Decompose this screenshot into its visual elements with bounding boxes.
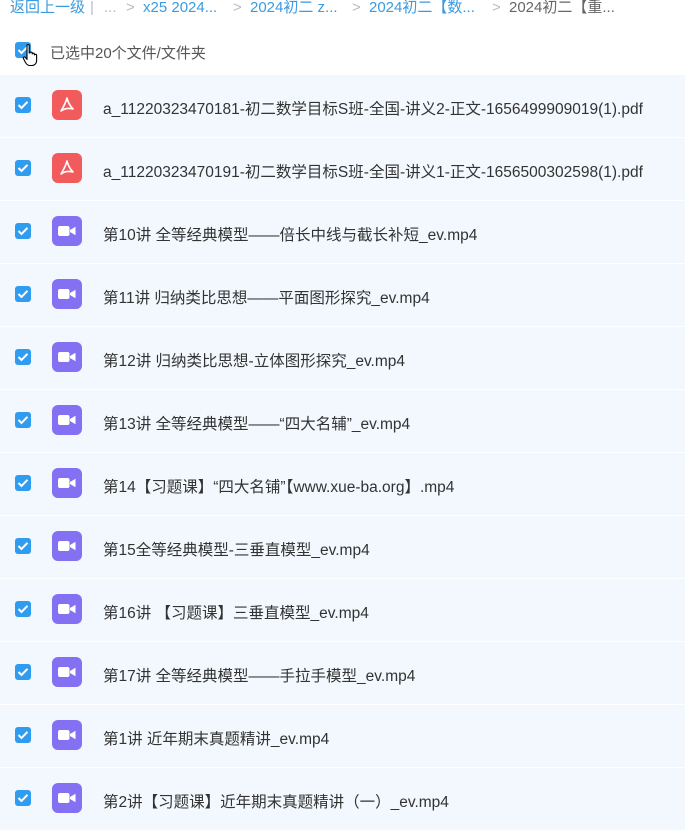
video-file-icon [52, 594, 82, 624]
video-icon [58, 415, 76, 425]
breadcrumb-item[interactable]: 2024初二【数... [369, 0, 475, 16]
breadcrumb-item[interactable]: x25 2024... [143, 0, 217, 16]
breadcrumb-ellipsis[interactable]: ... [104, 0, 117, 16]
file-name[interactable]: a_11220323470181-初二数学目标S班-全国-讲义2-正文-1656… [103, 97, 681, 119]
file-checkbox[interactable] [15, 97, 31, 113]
checkmark-icon [17, 416, 29, 425]
file-checkbox[interactable] [15, 349, 31, 365]
chevron-right-icon: > [352, 0, 361, 16]
checkmark-icon [17, 101, 29, 110]
video-file-icon [52, 216, 82, 246]
checkmark-icon [17, 353, 29, 362]
video-file-icon [52, 279, 82, 309]
chevron-right-icon: > [492, 0, 501, 16]
file-name[interactable]: 第16讲 【习题课】三垂直模型_ev.mp4 [103, 601, 681, 623]
hand-cursor-icon [22, 43, 38, 67]
video-icon [58, 478, 76, 488]
file-checkbox[interactable] [15, 223, 31, 239]
pdf-icon [60, 97, 74, 112]
video-file-icon [52, 783, 82, 813]
video-icon [58, 289, 76, 299]
file-name[interactable]: 第13讲 全等经典模型——“四大名辅”_ev.mp4 [103, 412, 681, 434]
file-name[interactable]: 第12讲 归纳类比思想-立体图形探究_ev.mp4 [103, 349, 681, 371]
video-icon [58, 793, 76, 803]
file-checkbox[interactable] [15, 412, 31, 428]
file-checkbox[interactable] [15, 538, 31, 554]
file-checkbox[interactable] [15, 727, 31, 743]
pdf-icon [60, 160, 74, 175]
file-name[interactable]: 第10讲 全等经典模型——倍长中线与截长补短_ev.mp4 [103, 223, 681, 245]
file-checkbox[interactable] [15, 160, 31, 176]
file-row[interactable]: 第14【习题课】“四大名铺”【www.xue-ba.org】.mp4 [0, 453, 685, 516]
pdf-file-icon [52, 90, 82, 120]
file-name[interactable]: 第15全等经典模型-三垂直模型_ev.mp4 [103, 538, 681, 560]
file-row[interactable]: a_11220323470191-初二数学目标S班-全国-讲义1-正文-1656… [0, 138, 685, 201]
file-row[interactable]: 第10讲 全等经典模型——倍长中线与截长补短_ev.mp4 [0, 201, 685, 264]
file-name[interactable]: a_11220323470191-初二数学目标S班-全国-讲义1-正文-1656… [103, 160, 681, 182]
breadcrumb-item[interactable]: 2024初二 z... [250, 0, 338, 16]
back-link[interactable]: 返回上一级 [10, 0, 85, 16]
checkmark-icon [17, 542, 29, 551]
chevron-right-icon: > [233, 0, 242, 16]
video-icon [58, 730, 76, 740]
video-icon [58, 226, 76, 236]
video-file-icon [52, 342, 82, 372]
file-name[interactable]: 第17讲 全等经典模型——手拉手模型_ev.mp4 [103, 664, 681, 686]
video-file-icon [52, 531, 82, 561]
video-file-icon [52, 720, 82, 750]
chevron-right-icon: > [126, 0, 135, 16]
file-row[interactable]: a_11220323470181-初二数学目标S班-全国-讲义2-正文-1656… [0, 75, 685, 138]
file-row[interactable]: 第15全等经典模型-三垂直模型_ev.mp4 [0, 516, 685, 579]
video-file-icon [52, 657, 82, 687]
breadcrumb-current: 2024初二【重... [509, 0, 615, 16]
file-row[interactable]: 第12讲 归纳类比思想-立体图形探究_ev.mp4 [0, 327, 685, 390]
checkmark-icon [17, 227, 29, 236]
file-row[interactable]: 第11讲 归纳类比思想——平面图形探究_ev.mp4 [0, 264, 685, 327]
checkmark-icon [17, 479, 29, 488]
checkmark-icon [17, 164, 29, 173]
file-list: a_11220323470181-初二数学目标S班-全国-讲义2-正文-1656… [0, 75, 685, 831]
file-checkbox[interactable] [15, 790, 31, 806]
video-file-icon [52, 405, 82, 435]
file-row[interactable]: 第2讲【习题课】近年期末真题精讲（一）_ev.mp4 [0, 768, 685, 831]
file-name[interactable]: 第1讲 近年期末真题精讲_ev.mp4 [103, 727, 681, 749]
file-row[interactable]: 第13讲 全等经典模型——“四大名辅”_ev.mp4 [0, 390, 685, 453]
breadcrumb-pipe: | [90, 0, 94, 16]
file-checkbox[interactable] [15, 601, 31, 617]
file-checkbox[interactable] [15, 475, 31, 491]
selection-bar: 已选中20个文件/文件夹 [0, 34, 685, 70]
checkmark-icon [17, 668, 29, 677]
file-row[interactable]: 第17讲 全等经典模型——手拉手模型_ev.mp4 [0, 642, 685, 705]
checkmark-icon [17, 290, 29, 299]
checkmark-icon [17, 605, 29, 614]
selection-count: 已选中20个文件/文件夹 [50, 45, 206, 62]
file-name[interactable]: 第11讲 归纳类比思想——平面图形探究_ev.mp4 [103, 286, 681, 308]
file-checkbox[interactable] [15, 664, 31, 680]
file-checkbox[interactable] [15, 286, 31, 302]
video-icon [58, 541, 76, 551]
video-icon [58, 604, 76, 614]
pdf-file-icon [52, 153, 82, 183]
file-row[interactable]: 第1讲 近年期末真题精讲_ev.mp4 [0, 705, 685, 768]
checkmark-icon [17, 731, 29, 740]
file-row[interactable]: 第16讲 【习题课】三垂直模型_ev.mp4 [0, 579, 685, 642]
file-name[interactable]: 第14【习题课】“四大名铺”【www.xue-ba.org】.mp4 [103, 475, 681, 497]
video-icon [58, 667, 76, 677]
video-file-icon [52, 468, 82, 498]
file-name[interactable]: 第2讲【习题课】近年期末真题精讲（一）_ev.mp4 [103, 790, 681, 812]
breadcrumb: 返回上一级 | ... > x25 2024... > 2024初二 z... … [0, 0, 685, 24]
video-icon [58, 352, 76, 362]
